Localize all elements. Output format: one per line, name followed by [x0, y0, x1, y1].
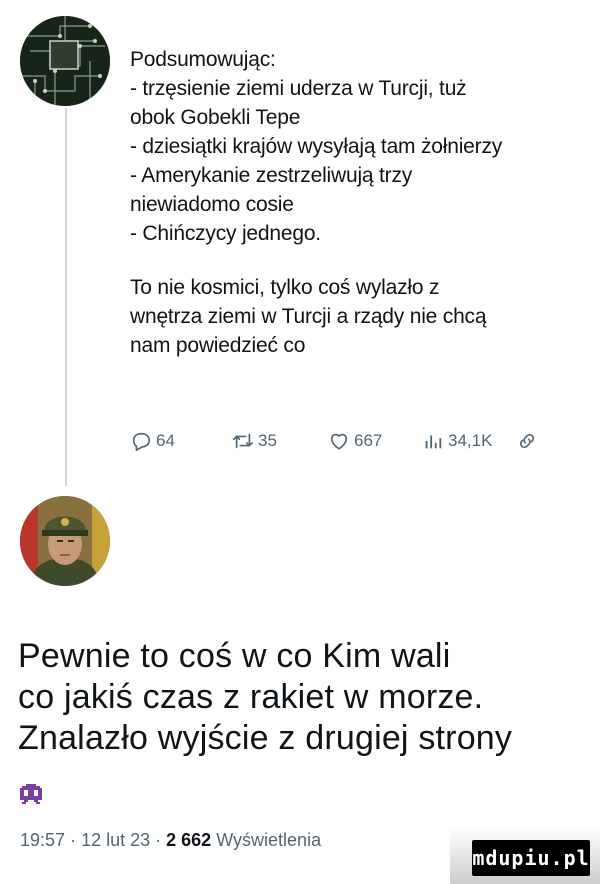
retweet-icon [233, 433, 253, 449]
like-count: 667 [354, 431, 383, 450]
views-count: 34,1K [448, 431, 493, 450]
tweet-time[interactable]: 19:57 [20, 830, 65, 850]
tweet-text-line: - Amerykanie zestrzeliwują trzy [130, 164, 413, 187]
avatar[interactable] [20, 496, 110, 586]
tweet-text-line: co jakiś czas z rakiet w morze. [18, 678, 484, 716]
like-button[interactable]: 667 [328, 429, 382, 453]
reply-tweet-text: Pewnie to coś w co Kim wali co jakiś cza… [18, 636, 588, 759]
views-label: Wyświetlenia [216, 830, 322, 850]
retweet-button[interactable]: 35 [232, 429, 277, 453]
tweet-date[interactable]: 12 lut 23 [81, 830, 150, 850]
tweet-text-line: niewiadomo cosie [130, 193, 294, 216]
tweet-metadata: 19:57 · 12 lut 23 · 2 662 Wyświetlenia [20, 830, 321, 851]
views-bar-chart-icon [425, 435, 442, 449]
tweet-text-line: - dziesiątki krajów wysyłają tam żołnier… [130, 135, 503, 158]
tweet-text-line: Znalazło wyjście z drugiej strony [18, 719, 513, 757]
reply-icon [132, 432, 151, 451]
views-button[interactable]: 34,1K [422, 429, 492, 453]
share-link-icon [519, 433, 535, 449]
thread-connector-line [65, 108, 67, 486]
tweet-text-line: obok Gobekli Tepe [130, 106, 301, 129]
tweet-text-line: - trzęsienie ziemi uderza w Turcji, tuż [130, 77, 467, 100]
watermark-logo: mdupiu.pl [472, 840, 590, 876]
tweet-text-line: - Chińczycy jednego. [130, 222, 321, 245]
views-total: 2 662 [166, 830, 212, 850]
heart-icon [330, 433, 348, 450]
tweet-text-line: To nie kosmici, tylko coś wylazło z [130, 276, 440, 299]
share-button[interactable] [516, 429, 538, 453]
reply-button[interactable]: 64 [130, 429, 175, 453]
tweet-text-line: Podsumowując: [130, 48, 276, 71]
alien-monster-icon [20, 784, 42, 804]
separator-dot: · [70, 830, 82, 850]
quoted-tweet-text: Podsumowując: - trzęsienie ziemi uderza … [130, 45, 585, 360]
tweet-text-line: Pewnie to coś w co Kim wali [18, 637, 451, 675]
reply-count: 64 [156, 431, 175, 450]
retweet-count: 35 [258, 431, 277, 450]
separator-dot: · [155, 830, 167, 850]
tweet-text-line: nam powiedzieć co [130, 334, 306, 357]
tweet-text-line: wnętrza ziemi w Turcji a rządy nie chcą [130, 305, 487, 328]
avatar[interactable] [20, 16, 110, 106]
